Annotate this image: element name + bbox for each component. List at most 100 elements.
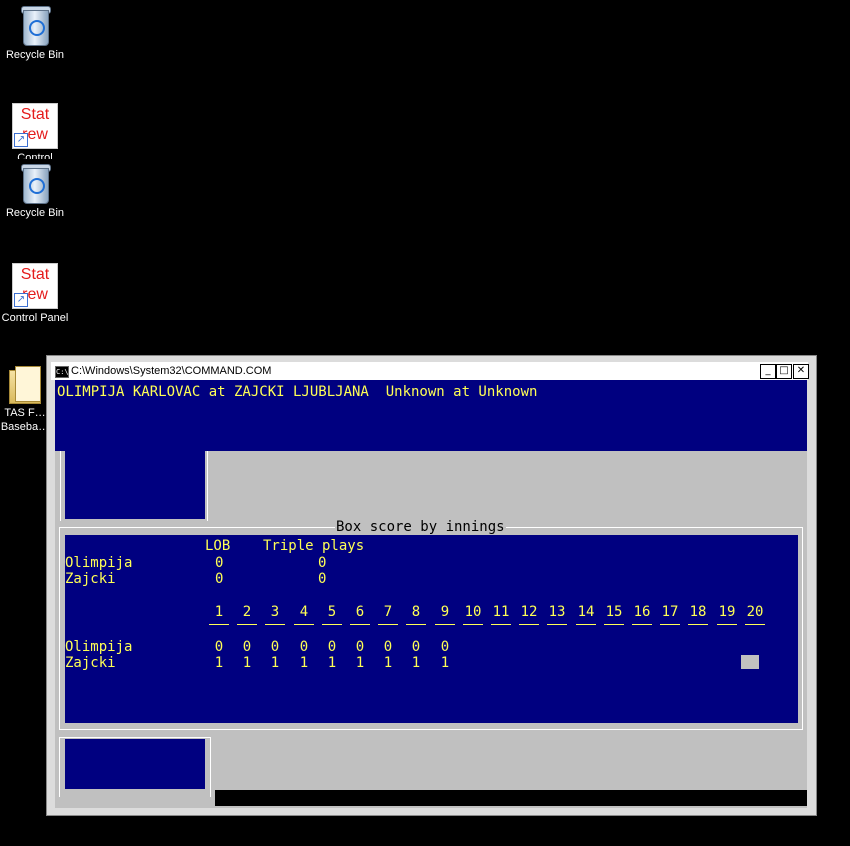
inning-number: 3 xyxy=(270,604,280,620)
inning-underline xyxy=(294,624,314,625)
inning-number: 13 xyxy=(548,604,566,620)
inning-score: 1 xyxy=(411,655,421,671)
text-cursor xyxy=(741,655,759,669)
inning-score: 1 xyxy=(355,655,365,671)
team-name: Zajcki xyxy=(65,655,116,671)
panel-title: Box score by innings xyxy=(335,519,506,535)
console-status-bar xyxy=(215,790,807,806)
inning-number: 14 xyxy=(577,604,595,620)
frame-line xyxy=(207,451,208,521)
close-button[interactable]: ✕ xyxy=(793,364,809,379)
window-titlebar[interactable]: C:\ C:\Windows\System32\COMMAND.COM _ □ … xyxy=(51,362,809,380)
inning-score: 0 xyxy=(214,639,224,655)
desktop-icon-control-panel[interactable]: Stat rew ↗ Control Panel xyxy=(0,263,70,325)
inning-underline xyxy=(576,624,596,625)
lower-left-box xyxy=(65,739,205,789)
desktop-icon-tas-baseball[interactable]: TAS F… Baseba… xyxy=(0,364,50,434)
frame-line xyxy=(59,737,211,738)
desktop-icon-statcrew-control[interactable]: Stat rew ↗ Control xyxy=(0,103,70,159)
inning-number: 5 xyxy=(327,604,337,620)
shortcut-arrow-icon: ↗ xyxy=(14,133,28,147)
frame-line xyxy=(802,527,803,729)
frame-line xyxy=(60,451,61,521)
inning-number: 7 xyxy=(383,604,393,620)
inning-score: 0 xyxy=(299,639,309,655)
inning-underline xyxy=(745,624,765,625)
inning-underline xyxy=(717,624,737,625)
inning-number: 11 xyxy=(492,604,510,620)
inning-score: 1 xyxy=(299,655,309,671)
inning-underline xyxy=(350,624,370,625)
lob-value: 0 xyxy=(215,555,224,571)
frame-line xyxy=(59,527,60,729)
inning-score: 0 xyxy=(440,639,450,655)
inning-number: 4 xyxy=(299,604,309,620)
inning-number: 8 xyxy=(411,604,421,620)
inning-score: 0 xyxy=(383,639,393,655)
game-header: OLIMPIJA KARLOVAC at ZAJCKI LJUBLJANA Un… xyxy=(57,384,538,400)
inning-score: 1 xyxy=(327,655,337,671)
inning-score: 1 xyxy=(383,655,393,671)
frame-line xyxy=(59,737,60,797)
inning-underline xyxy=(435,624,455,625)
inning-number: 9 xyxy=(440,604,450,620)
box-score-panel xyxy=(65,535,798,723)
inning-underline xyxy=(406,624,426,625)
console-app-icon: C:\ xyxy=(55,366,69,378)
inning-score: 0 xyxy=(411,639,421,655)
header-band: OLIMPIJA KARLOVAC at ZAJCKI LJUBLJANA Un… xyxy=(55,380,807,451)
triple-plays-value: 0 xyxy=(318,571,327,587)
inning-number: 18 xyxy=(689,604,707,620)
inning-underline xyxy=(491,624,511,625)
lob-value: 0 xyxy=(215,571,224,587)
inning-number: 16 xyxy=(633,604,651,620)
inning-underline xyxy=(237,624,257,625)
upper-left-box xyxy=(65,451,205,519)
inning-number: 12 xyxy=(520,604,538,620)
inning-underline xyxy=(209,624,229,625)
inning-number: 10 xyxy=(464,604,482,620)
console-screen[interactable]: OLIMPIJA KARLOVAC at ZAJCKI LJUBLJANA Un… xyxy=(55,380,807,808)
recycle-bin-icon xyxy=(18,4,52,46)
team-name: Zajcki xyxy=(65,571,116,587)
inning-underline xyxy=(547,624,567,625)
recycle-bin-icon xyxy=(18,162,52,204)
inning-number: 1 xyxy=(214,604,224,620)
inning-underline xyxy=(604,624,624,625)
minimize-button[interactable]: _ xyxy=(760,364,776,379)
inning-score: 1 xyxy=(242,655,252,671)
team-name: Olimpija xyxy=(65,639,133,655)
inning-score: 0 xyxy=(355,639,365,655)
shortcut-arrow-icon: ↗ xyxy=(14,293,28,307)
lob-header: LOB xyxy=(205,538,231,554)
inning-number: 19 xyxy=(718,604,736,620)
desktop-icon-label: Control xyxy=(17,152,53,159)
inning-underline xyxy=(378,624,398,625)
inning-underline xyxy=(322,624,342,625)
maximize-button[interactable]: □ xyxy=(776,364,792,379)
inning-score: 1 xyxy=(214,655,224,671)
window-title: C:\Windows\System32\COMMAND.COM xyxy=(71,365,272,377)
inning-number: 17 xyxy=(661,604,679,620)
statcrew-icon: Stat rew ↗ xyxy=(12,263,58,309)
folder-icon xyxy=(7,364,43,404)
inning-number: 15 xyxy=(605,604,623,620)
frame-line xyxy=(210,737,211,797)
desktop-icon-label: TAS F… Baseba… xyxy=(0,407,50,433)
inning-underline xyxy=(688,624,708,625)
inning-score: 1 xyxy=(440,655,450,671)
frame-line xyxy=(59,729,803,730)
inning-score: 1 xyxy=(270,655,280,671)
inning-number: 2 xyxy=(242,604,252,620)
console-window[interactable]: C:\ C:\Windows\System32\COMMAND.COM _ □ … xyxy=(46,355,817,816)
inning-underline xyxy=(519,624,539,625)
desktop-icon-label: Recycle Bin xyxy=(5,207,65,219)
inning-number: 6 xyxy=(355,604,365,620)
desktop-icon-recycle-bin[interactable]: Recycle Bin xyxy=(0,162,70,220)
desktop-icon-recycle-bin[interactable]: Recycle Bin xyxy=(0,4,70,62)
triple-plays-value: 0 xyxy=(318,555,327,571)
desktop-icon-label: Recycle Bin xyxy=(5,49,65,61)
desktop-icon-label: Control Panel xyxy=(1,312,69,324)
inning-score: 0 xyxy=(327,639,337,655)
inning-underline xyxy=(660,624,680,625)
